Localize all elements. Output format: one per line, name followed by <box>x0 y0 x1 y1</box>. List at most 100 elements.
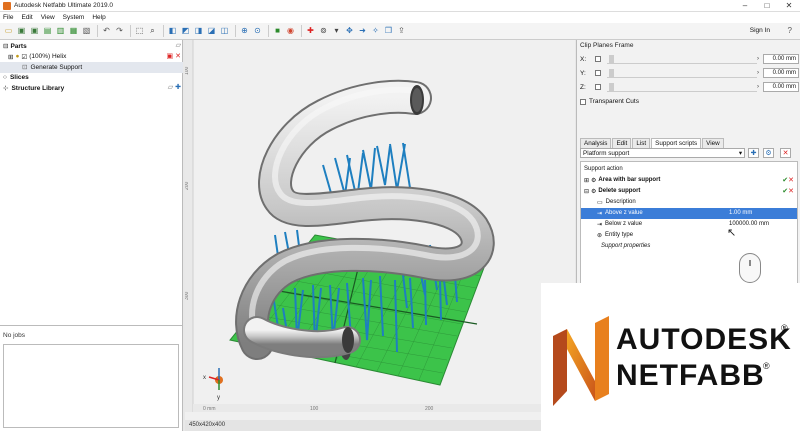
view-bottom-icon[interactable]: ◫ <box>219 26 230 37</box>
add-part-icon[interactable]: ▥ <box>55 26 66 37</box>
select-icon[interactable]: ⬚ <box>134 26 145 37</box>
zoom-icon[interactable]: ⌕ <box>147 26 158 37</box>
tree-slices[interactable]: ○ Slices <box>0 73 183 84</box>
support-icon: ⊡ <box>22 64 28 72</box>
redo-icon[interactable]: ↷ <box>114 26 125 37</box>
move-icon[interactable]: ✥ <box>344 26 355 37</box>
above-z-value[interactable]: 1.00 mm <box>729 210 752 216</box>
part-name: (100%) Helix <box>29 53 67 61</box>
dropdown-icon[interactable]: ▾ <box>331 26 342 37</box>
platform-support-select[interactable]: Platform support ▾ <box>580 148 745 158</box>
part-remove-icon[interactable]: ✕ <box>175 52 181 62</box>
import-icon[interactable]: ▦ <box>68 26 79 37</box>
part-checkbox-icon[interactable]: ☑ <box>21 53 27 61</box>
action-status-icons[interactable]: ✔✕ <box>782 187 794 195</box>
prop-above-z[interactable]: ⇥ Above z value 1.00 mm <box>581 208 797 219</box>
action-status-icons[interactable]: ✔✕ <box>782 176 794 184</box>
tree-structure-library[interactable]: ⊹ Structure Library ▱ ✚ <box>0 83 183 94</box>
target-icon[interactable]: ⊚ <box>318 26 329 37</box>
delete-script-button[interactable]: ✕ <box>780 148 791 158</box>
menu-view[interactable]: View <box>41 14 55 21</box>
arrow-icon[interactable]: ➜ <box>357 26 368 37</box>
view-left-icon[interactable]: ◩ <box>180 26 191 37</box>
upload-icon[interactable]: ⇪ <box>396 26 407 37</box>
undo-icon[interactable]: ↶ <box>101 26 112 37</box>
jobs-list <box>3 344 179 428</box>
clip-x-value[interactable]: 0.00 mm <box>763 54 799 64</box>
prop-below-z[interactable]: ⇥ Below z value 100000.00 mm <box>581 219 797 230</box>
clip-axis-label: Z: <box>580 83 586 91</box>
add-structure-icon[interactable]: ✚ <box>175 83 181 93</box>
menu-system[interactable]: System <box>63 14 85 21</box>
prop-entity-type[interactable]: ⊛ Entity type <box>581 230 797 241</box>
tree-generate-support[interactable]: ⊡ Generate Support <box>0 62 183 73</box>
close-button[interactable]: ✕ <box>778 0 800 12</box>
brand-reg-2: ® <box>763 361 770 371</box>
collapse-icon[interactable]: ⊟ <box>584 188 589 195</box>
cube-icon[interactable]: ❒ <box>383 26 394 37</box>
expand-icon[interactable]: ⊞ <box>8 53 13 61</box>
entity-type-label: Entity type <box>605 232 634 239</box>
platform-select-value: Platform support <box>583 150 630 157</box>
chevron-right-icon[interactable]: › <box>757 84 759 90</box>
tab-view[interactable]: View <box>702 138 724 148</box>
settings-button[interactable]: ⚙ <box>763 148 774 158</box>
palette-icon[interactable]: ◉ <box>285 26 296 37</box>
clip-y-slider[interactable] <box>607 68 757 78</box>
bird-icon[interactable]: ✧ <box>370 26 381 37</box>
add-icon[interactable]: ✚ <box>305 26 316 37</box>
save-icon[interactable]: ▣ <box>16 26 27 37</box>
tree-part-helix[interactable]: ⊞ ● ☑ (100%) Helix ▣ ✕ <box>0 52 183 63</box>
tree-parts[interactable]: ⊟ Parts ▱ <box>0 41 183 52</box>
color-icon[interactable]: ■ <box>272 26 283 37</box>
expand-icon[interactable]: ⊞ <box>584 177 589 184</box>
chevron-right-icon[interactable]: › <box>757 70 759 76</box>
view-right-icon[interactable]: ◨ <box>193 26 204 37</box>
add-script-button[interactable]: ✚ <box>748 148 759 158</box>
sign-in-link[interactable]: Sign In <box>750 27 770 34</box>
tab-analysis[interactable]: Analysis <box>580 138 612 148</box>
open-icon[interactable]: ▭ <box>3 26 14 37</box>
save-as-icon[interactable]: ▣ <box>29 26 40 37</box>
transparent-cuts-option[interactable]: Transparent Cuts <box>580 98 639 105</box>
layout-icon[interactable]: ▧ <box>81 26 92 37</box>
menu-help[interactable]: Help <box>92 14 105 21</box>
slider-thumb[interactable] <box>609 55 614 64</box>
help-icon[interactable]: ? <box>788 26 792 35</box>
folder-icon[interactable]: ▱ <box>176 41 181 51</box>
menu-file[interactable]: File <box>3 14 13 21</box>
action-delete-support[interactable]: ⊟ ⚙ Delete support ✔✕ <box>581 186 797 197</box>
ruler-tick: 100 <box>310 406 319 412</box>
clip-y-checkbox[interactable] <box>595 70 601 76</box>
transparent-cuts-checkbox[interactable] <box>580 98 586 105</box>
maximize-button[interactable]: □ <box>756 0 778 12</box>
menu-edit[interactable]: Edit <box>21 14 32 21</box>
view-top-icon[interactable]: ◪ <box>206 26 217 37</box>
chevron-down-icon[interactable]: ▾ <box>739 149 742 158</box>
minimize-button[interactable]: – <box>734 0 756 12</box>
part-edit-icon[interactable]: ▣ <box>167 52 174 62</box>
slider-thumb[interactable] <box>609 69 614 78</box>
view-front-icon[interactable]: ◧ <box>167 26 178 37</box>
clip-x-slider[interactable] <box>607 54 757 64</box>
zoom-fit-icon[interactable]: ⊙ <box>252 26 263 37</box>
clip-x-checkbox[interactable] <box>595 56 601 62</box>
zoom-in-icon[interactable]: ⊕ <box>239 26 250 37</box>
expand-icon[interactable]: ⊟ <box>3 42 8 50</box>
action-area-bar[interactable]: ⊞ ⚙ Area with bar support ✔✕ <box>581 175 797 186</box>
clip-z-checkbox[interactable] <box>595 84 601 90</box>
tab-support-scripts[interactable]: Support scripts <box>651 138 702 148</box>
folder-icon[interactable]: ▱ <box>168 83 173 93</box>
clip-z-value[interactable]: 0.00 mm <box>763 82 799 92</box>
slider-thumb[interactable] <box>609 83 614 92</box>
clip-z-slider[interactable] <box>607 82 757 92</box>
chevron-right-icon[interactable]: › <box>757 56 759 62</box>
prop-description[interactable]: ▭ Description <box>581 197 797 208</box>
tab-list[interactable]: List <box>632 138 651 148</box>
export-icon[interactable]: ▤ <box>42 26 53 37</box>
window-controls: – □ ✕ <box>734 0 800 12</box>
viewport-canvas[interactable]: 100 200 300 0 mm 100 200 x y <box>184 40 575 420</box>
tab-edit[interactable]: Edit <box>612 138 632 148</box>
3d-viewport[interactable]: 100 200 300 0 mm 100 200 x y <box>184 40 575 420</box>
clip-y-value[interactable]: 0.00 mm <box>763 68 799 78</box>
